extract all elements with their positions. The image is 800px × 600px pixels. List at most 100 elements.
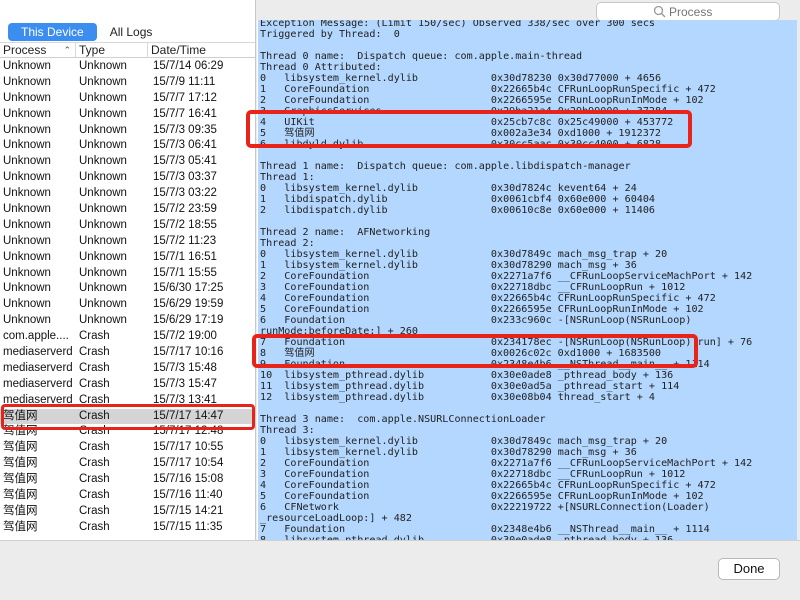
cell-process: mediaserverd <box>3 346 73 359</box>
cell-process: Unknown <box>3 298 51 311</box>
cell-type: Unknown <box>79 234 127 247</box>
bottom-toolbar <box>0 540 800 600</box>
table-row[interactable]: Unknown Unknown 15/7/3 03:37 <box>0 170 255 186</box>
crash-log-view[interactable]: Exception Message: (Limit 150/sec) Obser… <box>257 20 797 540</box>
table-row[interactable]: 驾值网 Crash 15/7/16 11:40 <box>0 488 255 504</box>
column-header-process[interactable]: Process ⌃ <box>0 43 76 58</box>
cell-type: Crash <box>79 330 110 343</box>
table-row[interactable]: Unknown Unknown 15/7/7 16:41 <box>0 107 255 123</box>
table-row[interactable]: Unknown Unknown 15/7/2 23:59 <box>0 202 255 218</box>
cell-process: Unknown <box>3 171 51 184</box>
cell-process: Unknown <box>3 139 51 152</box>
table-row[interactable]: 驾值网 Crash 15/7/16 15:08 <box>0 472 255 488</box>
source-segmented-control: This Device All Logs <box>8 23 165 41</box>
table-row[interactable]: Unknown Unknown 15/7/1 15:55 <box>0 266 255 282</box>
cell-date: 15/7/3 03:37 <box>153 171 217 184</box>
cell-type: Unknown <box>79 282 127 295</box>
cell-date: 15/7/3 03:22 <box>153 187 217 200</box>
cell-type: Crash <box>79 425 110 438</box>
cell-type: Unknown <box>79 155 127 168</box>
cell-type: Crash <box>79 361 110 374</box>
cell-date: 15/7/17 14:47 <box>153 409 224 422</box>
search-field[interactable] <box>596 2 780 21</box>
table-row[interactable]: 驾值网 Crash 15/7/17 10:55 <box>0 440 255 456</box>
table-row[interactable]: Unknown Unknown 15/7/3 03:22 <box>0 186 255 202</box>
cell-process: mediaserverd <box>3 393 73 406</box>
cell-date: 15/7/1 16:51 <box>153 250 217 263</box>
cell-date: 15/7/2 19:00 <box>153 330 217 343</box>
cell-process: Unknown <box>3 155 51 168</box>
column-header-process-label: Process <box>3 43 47 57</box>
table-row[interactable]: Unknown Unknown 15/7/1 16:51 <box>0 250 255 266</box>
table-row[interactable]: Unknown Unknown 15/7/3 09:35 <box>0 123 255 139</box>
table-row[interactable]: mediaserverd Crash 15/7/3 15:48 <box>0 361 255 377</box>
cell-date: 15/7/14 06:29 <box>153 60 224 72</box>
cell-type: Crash <box>79 504 110 517</box>
tab-this-device[interactable]: This Device <box>8 23 97 41</box>
cell-type: Unknown <box>79 187 127 200</box>
crash-log-text: Exception Message: (Limit 150/sec) Obser… <box>260 20 753 540</box>
table-row[interactable]: mediaserverd Crash 15/7/3 13:41 <box>0 393 255 409</box>
cell-type: Crash <box>79 409 110 422</box>
table-row-selected[interactable]: 驾值网 Crash 15/7/17 14:47 <box>0 408 255 425</box>
table-row[interactable]: Unknown Unknown 15/7/7 17:12 <box>0 91 255 107</box>
table-row[interactable]: Unknown Unknown 15/6/29 17:19 <box>0 313 255 329</box>
cell-date: 15/7/3 15:47 <box>153 377 217 390</box>
table-row[interactable]: Unknown Unknown 15/6/29 19:59 <box>0 297 255 313</box>
table-row[interactable]: 驾值网 Crash 15/7/17 10:54 <box>0 456 255 472</box>
cell-date: 15/7/17 12:48 <box>153 425 224 438</box>
cell-process: Unknown <box>3 123 51 136</box>
table-row[interactable]: com.apple.... Crash 15/7/2 19:00 <box>0 329 255 345</box>
cell-date: 15/7/9 11:11 <box>153 75 216 88</box>
cell-process: Unknown <box>3 203 51 216</box>
cell-process: Unknown <box>3 266 51 279</box>
crash-log-window: This Device All Logs Process ⌃ Type Date… <box>0 0 800 600</box>
cell-process: Unknown <box>3 218 51 231</box>
cell-date: 15/7/3 06:41 <box>153 139 217 152</box>
tab-all-logs[interactable]: All Logs <box>97 23 166 41</box>
cell-process: Unknown <box>3 187 51 200</box>
cell-type: Crash <box>79 473 110 486</box>
table-row[interactable]: Unknown Unknown 15/7/2 11:23 <box>0 234 255 250</box>
cell-type: Unknown <box>79 139 127 152</box>
cell-process: com.apple.... <box>3 330 69 343</box>
cell-date: 15/6/29 19:59 <box>153 298 224 311</box>
log-table-body: Unknown Unknown 15/7/14 06:29 Unknown Unknow… <box>0 59 255 536</box>
log-list-panel: This Device All Logs Process ⌃ Type Date… <box>0 0 256 540</box>
done-button[interactable]: Done <box>718 558 780 580</box>
table-row[interactable]: 驾值网 Crash 15/7/15 11:35 <box>0 520 255 536</box>
cell-type: Unknown <box>79 218 127 231</box>
cell-type: Unknown <box>79 75 127 88</box>
cell-process: Unknown <box>3 107 51 120</box>
column-header-type[interactable]: Type <box>76 43 148 58</box>
cell-date: 15/6/29 17:19 <box>153 314 224 327</box>
table-row[interactable]: Unknown Unknown 15/7/3 06:41 <box>0 138 255 154</box>
cell-process: 驾值网 <box>3 425 38 438</box>
cell-type: Crash <box>79 393 110 406</box>
cell-process: mediaserverd <box>3 361 73 374</box>
cell-type: Unknown <box>79 298 127 311</box>
table-row[interactable]: Unknown Unknown 15/7/3 05:41 <box>0 154 255 170</box>
table-row[interactable]: mediaserverd Crash 15/7/17 10:16 <box>0 345 255 361</box>
table-row[interactable]: Unknown Unknown 15/7/9 11:11 <box>0 75 255 91</box>
table-row[interactable]: Unknown Unknown 15/6/30 17:25 <box>0 281 255 297</box>
cell-date: 15/7/2 23:59 <box>153 203 217 216</box>
search-input[interactable] <box>669 4 769 19</box>
table-row[interactable]: Unknown Unknown 15/7/14 06:29 <box>0 59 255 75</box>
cell-date: 15/7/3 15:48 <box>153 361 217 374</box>
cell-process: 驾值网 <box>3 409 38 422</box>
column-header-date[interactable]: Date/Time <box>148 43 255 58</box>
cell-type: Crash <box>79 377 110 390</box>
table-row[interactable]: Unknown Unknown 15/7/2 18:55 <box>0 218 255 234</box>
cell-type: Crash <box>79 457 110 470</box>
cell-date: 15/7/17 10:55 <box>153 441 224 454</box>
cell-type: Unknown <box>79 60 127 72</box>
cell-date: 15/7/2 11:23 <box>153 234 217 247</box>
cell-process: 驾值网 <box>3 473 38 486</box>
cell-date: 15/7/3 13:41 <box>153 393 217 406</box>
cell-type: Unknown <box>79 171 127 184</box>
table-row[interactable]: 驾值网 Crash 15/7/15 14:21 <box>0 504 255 520</box>
table-row[interactable]: mediaserverd Crash 15/7/3 15:47 <box>0 377 255 393</box>
cell-process: mediaserverd <box>3 377 73 390</box>
table-row[interactable]: 驾值网 Crash 15/7/17 12:48 <box>0 424 255 440</box>
